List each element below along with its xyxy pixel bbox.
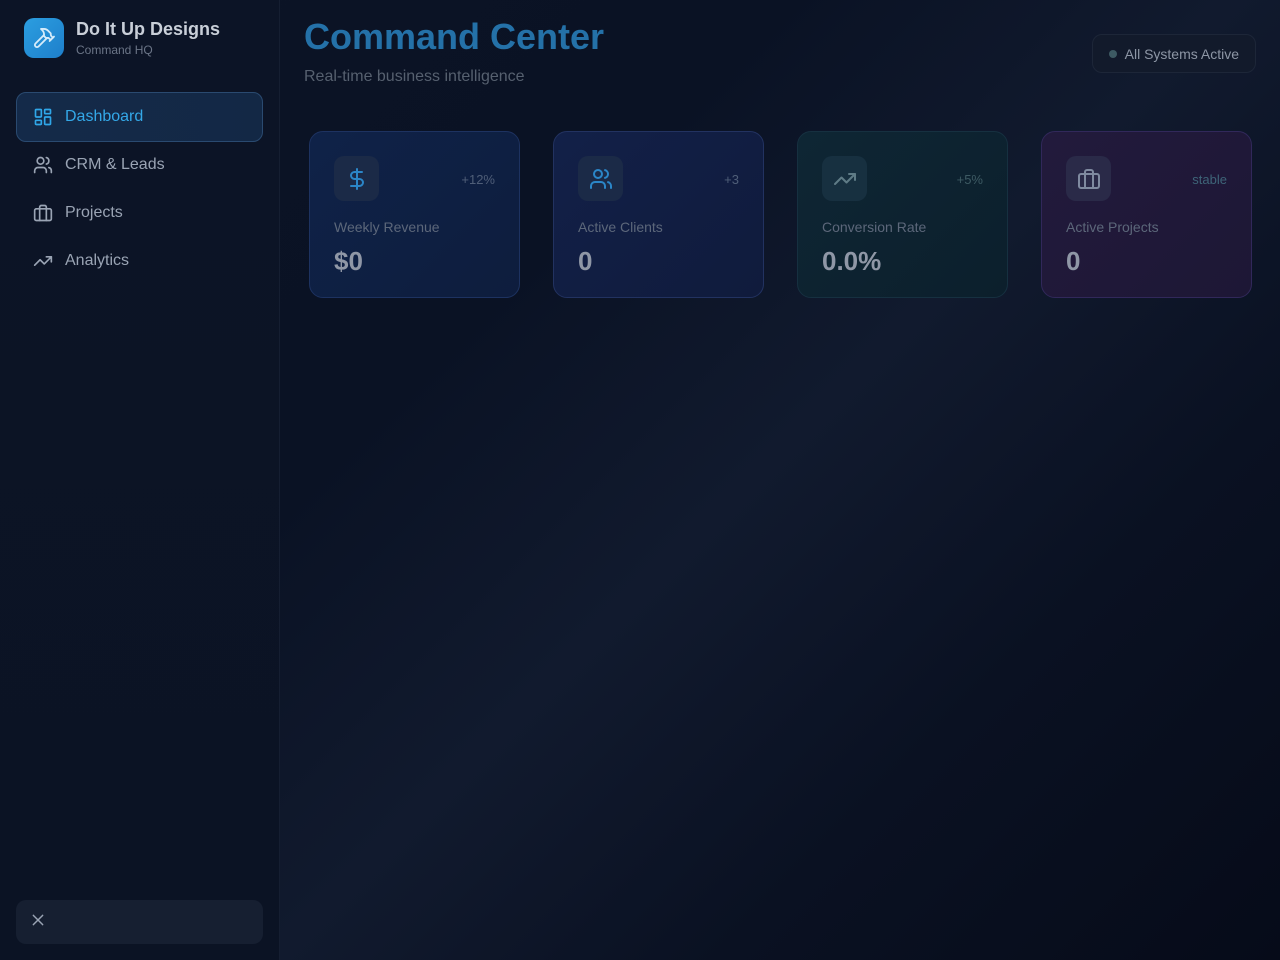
stat-card-conversion-rate[interactable]: +5% Conversion Rate 0.0% <box>797 131 1008 298</box>
briefcase-icon <box>33 203 53 223</box>
stat-label: Active Clients <box>578 219 663 235</box>
trending-up-icon <box>33 251 53 271</box>
hammer-icon <box>24 18 64 58</box>
status-dot-icon <box>1108 49 1117 58</box>
sidebar-item-label: CRM & Leads <box>65 156 165 173</box>
brand-name: Do It Up Designs <box>76 19 221 39</box>
app-window: Do It Up Designs Command HQ Dashboard CR… <box>0 0 1280 960</box>
stat-change: +12% <box>461 172 495 187</box>
users-icon <box>578 156 623 201</box>
main-content: Command Center Real-time business intell… <box>280 0 1280 960</box>
stat-value: $0 <box>334 246 363 276</box>
stat-value: 0.0% <box>822 246 882 276</box>
sidebar-item-crm-leads[interactable]: CRM & Leads <box>16 140 263 190</box>
stats-row: +12% Weekly Revenue $0 +3 Active Clients… <box>309 131 1252 298</box>
stat-change: +3 <box>724 172 739 187</box>
stat-value: 0 <box>1066 246 1081 276</box>
brand[interactable]: Do It Up Designs Command HQ <box>24 18 220 58</box>
stat-value: 0 <box>578 246 593 276</box>
sidebar-item-label: Projects <box>65 204 123 221</box>
stat-card-weekly-revenue[interactable]: +12% Weekly Revenue $0 <box>309 131 520 298</box>
sidebar-item-label: Dashboard <box>65 108 144 125</box>
stat-card-active-projects[interactable]: stable Active Projects 0 <box>1041 131 1252 298</box>
page-subtitle: Real-time business intelligence <box>304 68 525 85</box>
stat-card-active-clients[interactable]: +3 Active Clients 0 <box>553 131 764 298</box>
sidebar-item-analytics[interactable]: Analytics <box>16 236 263 286</box>
sidebar-nav: Dashboard CRM & Leads Projects Analytics <box>16 92 263 284</box>
stat-change: stable <box>1192 172 1227 187</box>
users-icon <box>33 155 53 175</box>
sidebar: Do It Up Designs Command HQ Dashboard CR… <box>0 0 280 960</box>
close-icon <box>30 912 46 933</box>
sidebar-collapse-button[interactable] <box>16 900 263 944</box>
sidebar-item-dashboard[interactable]: Dashboard <box>16 92 263 142</box>
page-title: Command Center <box>304 16 605 57</box>
brand-subtitle: Command HQ <box>76 43 153 57</box>
trending-up-icon <box>822 156 867 201</box>
status-badge: All Systems Active <box>1091 34 1256 73</box>
briefcase-icon <box>1066 156 1111 201</box>
stat-label: Active Projects <box>1066 219 1159 235</box>
sidebar-item-label: Analytics <box>65 252 130 269</box>
stat-label: Weekly Revenue <box>334 219 440 235</box>
stat-label: Conversion Rate <box>822 219 927 235</box>
dashboard-icon <box>33 107 53 127</box>
stat-change: +5% <box>956 172 983 187</box>
sidebar-item-projects[interactable]: Projects <box>16 188 263 238</box>
dollar-icon <box>334 156 379 201</box>
status-text: All Systems Active <box>1124 45 1239 62</box>
